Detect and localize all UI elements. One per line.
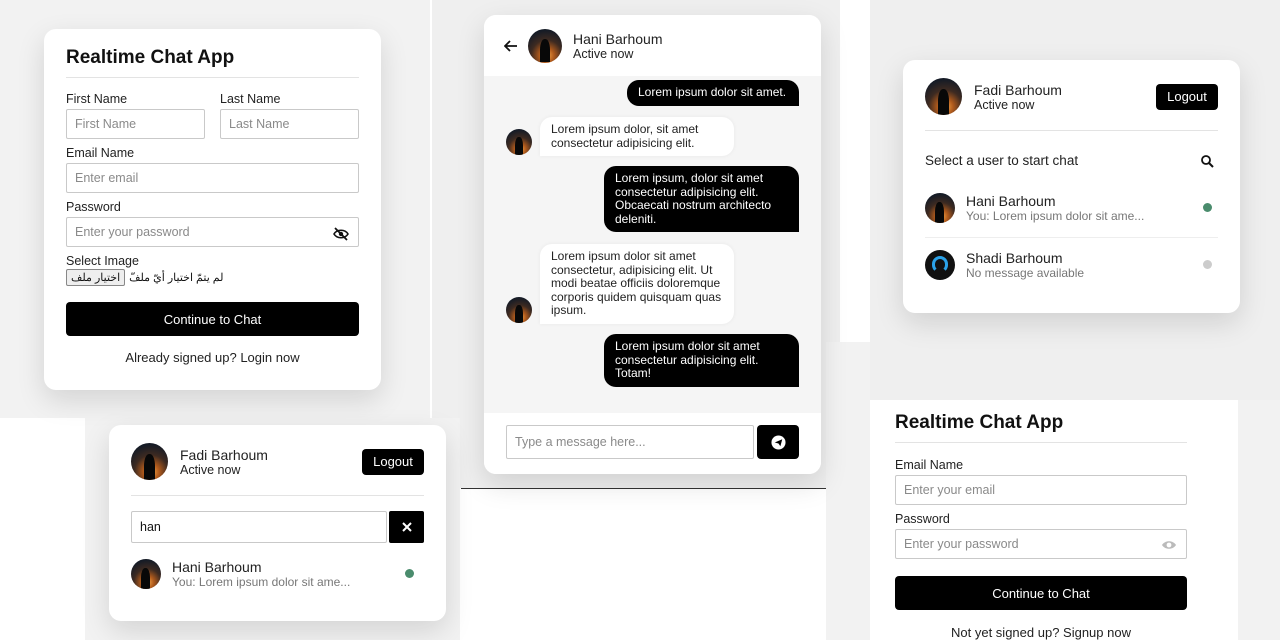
last-name-field[interactable] xyxy=(220,109,359,139)
first-name-field[interactable] xyxy=(66,109,205,139)
contact-status: Active now xyxy=(573,46,634,61)
password-field[interactable] xyxy=(895,529,1187,559)
status-dot xyxy=(1203,203,1212,212)
my-status: Active now xyxy=(974,97,1035,112)
search-icon[interactable] xyxy=(1200,154,1214,168)
send-icon xyxy=(770,434,786,450)
logout-button[interactable]: Logout xyxy=(362,448,424,475)
search-prompt: Select a user to start chat xyxy=(925,153,1079,168)
user-list-item[interactable]: Hani Barhoum You: Lorem ipsum dolor sit … xyxy=(131,558,424,589)
eye-slash-icon[interactable] xyxy=(333,227,349,241)
login-title: Realtime Chat App xyxy=(895,412,1064,433)
email-field[interactable] xyxy=(66,163,359,193)
user-avatar xyxy=(925,249,955,280)
message-bubble: Lorem ipsum dolor, sit amet consectetur … xyxy=(540,117,734,156)
message-bubble: Lorem ipsum, dolor sit amet consectetur … xyxy=(604,166,799,232)
my-status: Active now xyxy=(180,462,241,477)
message-bubble: Lorem ipsum dolor sit amet consectetur a… xyxy=(604,334,799,387)
clear-search-button[interactable] xyxy=(389,511,424,543)
email-label: Email Name xyxy=(895,458,964,472)
search-card: Fadi Barhoum Active now Logout Hani Barh… xyxy=(109,425,446,621)
user-name: Hani Barhoum xyxy=(172,558,262,575)
my-avatar xyxy=(925,78,962,115)
eye-icon[interactable] xyxy=(1161,539,1177,551)
password-label: Password xyxy=(895,512,950,526)
signup-card: Realtime Chat App First Name Last Name E… xyxy=(44,29,381,390)
last-name-label: Last Name xyxy=(220,92,281,106)
chat-header: Hani Barhoum Active now xyxy=(484,15,821,76)
status-dot xyxy=(1203,260,1212,269)
first-name-label: First Name xyxy=(66,92,128,106)
continue-to-chat-button[interactable]: Continue to Chat xyxy=(895,576,1187,610)
signup-title: Realtime Chat App xyxy=(66,47,235,68)
continue-to-chat-button[interactable]: Continue to Chat xyxy=(66,302,359,336)
my-avatar xyxy=(131,443,168,480)
logout-button[interactable]: Logout xyxy=(1156,83,1218,110)
close-icon xyxy=(401,522,412,532)
status-dot xyxy=(405,569,414,578)
email-field[interactable] xyxy=(895,475,1187,505)
login-card: Realtime Chat App Email Name Password Co… xyxy=(873,400,1238,640)
message-bubble: Lorem ipsum dolor sit amet. xyxy=(627,80,799,106)
image-label: Select Image xyxy=(66,254,139,268)
my-name: Fadi Barhoum xyxy=(180,446,268,463)
user-name: Hani Barhoum xyxy=(966,192,1056,209)
message-input[interactable] xyxy=(506,425,754,459)
user-list-item[interactable]: Hani Barhoum You: Lorem ipsum dolor sit … xyxy=(925,192,1218,223)
user-preview: No message available xyxy=(966,265,1085,280)
email-label: Email Name xyxy=(66,146,135,160)
message-bubble: Lorem ipsum dolor sit amet consectetur, … xyxy=(540,244,734,324)
user-avatar xyxy=(925,192,955,223)
send-button[interactable] xyxy=(757,425,799,459)
search-input[interactable] xyxy=(131,511,387,543)
message-avatar xyxy=(506,129,532,155)
chat-input-area xyxy=(484,413,821,474)
file-status-text: لم يتمّ اختيار أيّ ملفّ xyxy=(129,272,224,284)
password-label: Password xyxy=(66,200,121,214)
file-choose-button[interactable]: اختيار ملف xyxy=(66,269,126,286)
user-preview: You: Lorem ipsum dolor sit ame... xyxy=(172,574,351,589)
users-card: Fadi Barhoum Active now Logout Select a … xyxy=(903,60,1240,313)
my-name: Fadi Barhoum xyxy=(974,81,1062,98)
back-arrow-icon[interactable] xyxy=(504,39,518,52)
contact-name: Hani Barhoum xyxy=(573,30,663,47)
chat-messages: Lorem ipsum dolor sit amet. Lorem ipsum … xyxy=(484,76,821,413)
message-avatar xyxy=(506,297,532,323)
signup-prompt[interactable]: Not yet signed up? Signup now xyxy=(895,625,1187,640)
contact-avatar xyxy=(528,28,562,63)
user-name: Shadi Barhoum xyxy=(966,249,1063,266)
user-list-item[interactable]: Shadi Barhoum No message available xyxy=(925,249,1218,280)
password-field[interactable] xyxy=(66,217,359,247)
chat-card: Hani Barhoum Active now Lorem ipsum dolo… xyxy=(484,15,821,474)
user-avatar xyxy=(131,558,161,589)
login-prompt[interactable]: Already signed up? Login now xyxy=(66,350,359,365)
user-preview: You: Lorem ipsum dolor sit ame... xyxy=(966,208,1145,223)
